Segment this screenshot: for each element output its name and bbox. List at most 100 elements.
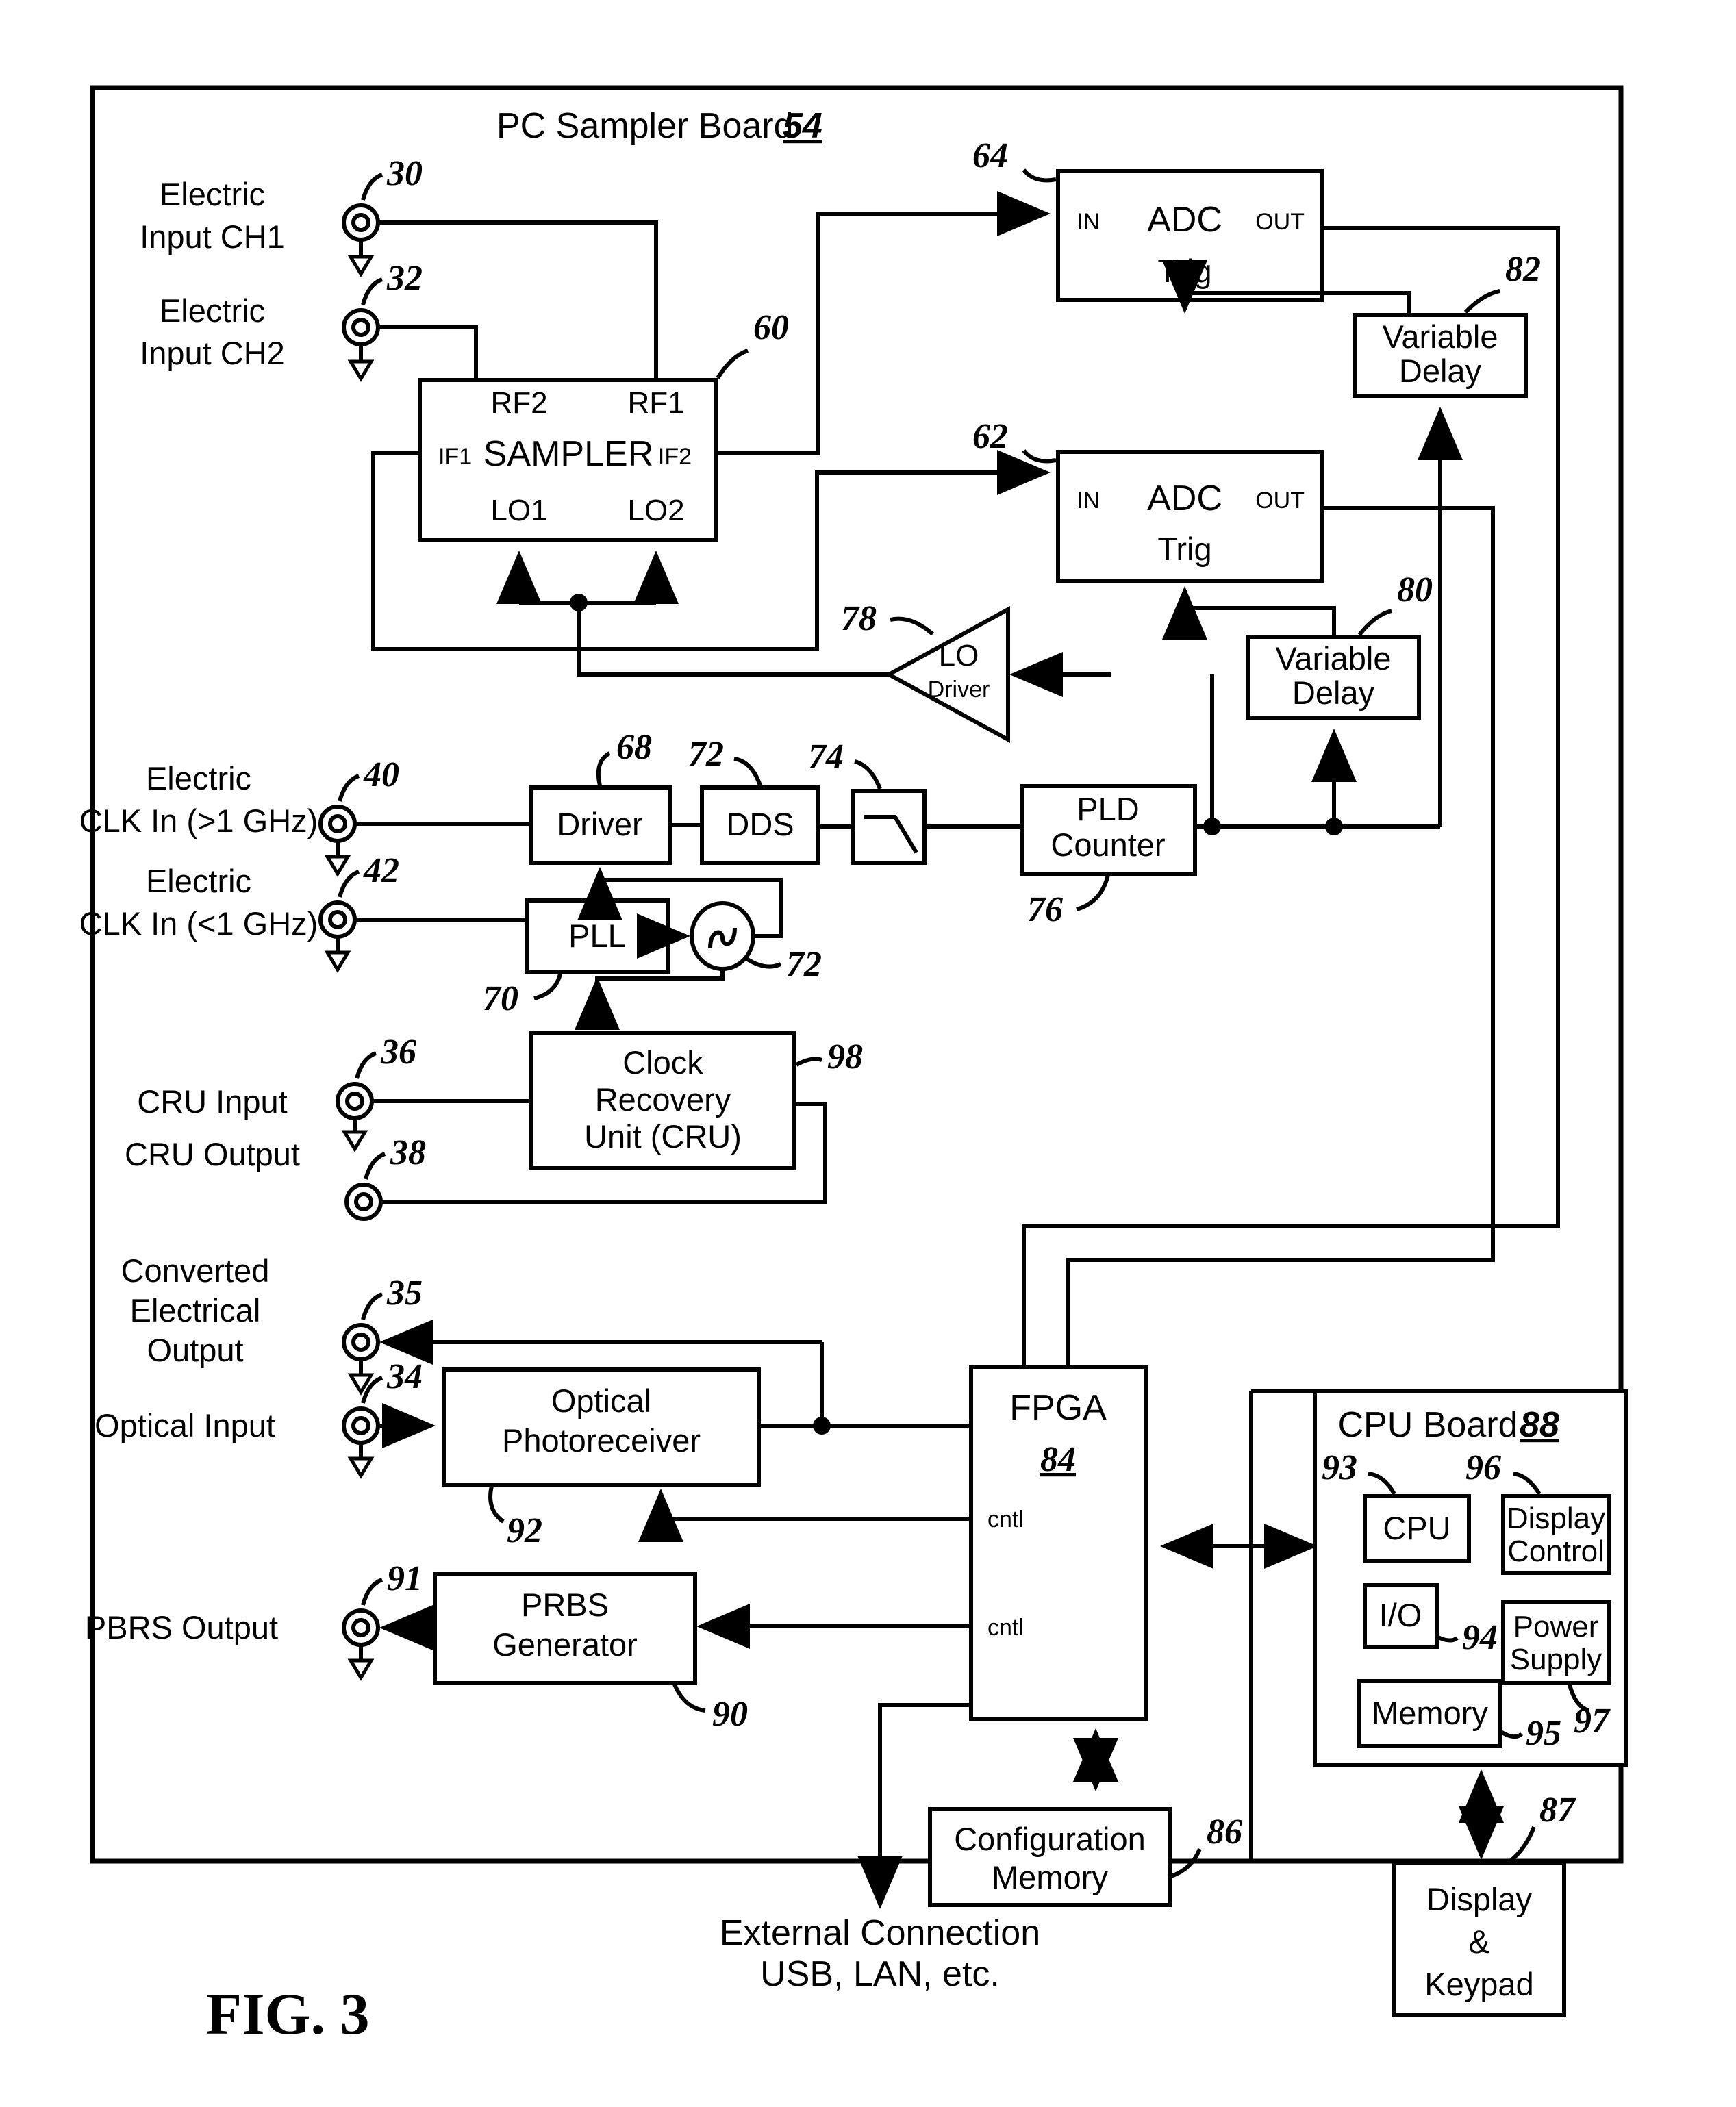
sampler-pin-lo1: LO1 (490, 494, 547, 527)
display-control-line2: Control (1507, 1535, 1605, 1568)
power-supply-line1: Power (1513, 1610, 1599, 1643)
ref-72-osc: 72 (786, 945, 822, 984)
connector-32-inner (351, 318, 370, 337)
port-34-label: Optical Input (95, 1407, 275, 1443)
pld-counter-line1: PLD (1077, 791, 1139, 827)
port-38-label: CRU Output (125, 1136, 300, 1172)
connector-30-ground-arrow (347, 255, 375, 277)
display-keypad-line3: Keypad (1424, 1966, 1533, 2002)
wire-fpga-cntl1-to-photoreceiver (638, 1489, 969, 1542)
lo-driver-block: LO Driver 78 (841, 599, 1010, 744)
cru-line2: Recovery (595, 1081, 731, 1118)
dds-block: DDS 72 (688, 735, 820, 865)
variable-delay-82-line2: Delay (1399, 353, 1482, 389)
connector-32-ground-arrow (347, 359, 375, 382)
leader-62 (1022, 449, 1057, 464)
leader-72-dds (733, 757, 762, 787)
leader-38 (364, 1152, 386, 1180)
port-electric-input-ch2[interactable]: Electric Input CH2 32 (140, 259, 423, 382)
optical-photoreceiver-line2: Photoreceiver (502, 1422, 701, 1459)
ref-93: 93 (1322, 1448, 1357, 1487)
fpga-ref: 84 (1040, 1440, 1076, 1479)
ref-98: 98 (827, 1037, 863, 1076)
leader-98 (795, 1057, 822, 1067)
port-32-label-line2: Input CH2 (140, 335, 285, 371)
cpu-board-title: CPU Board (1338, 1405, 1518, 1445)
display-control-line1: Display (1507, 1502, 1605, 1535)
ref-72-dds: 72 (688, 735, 724, 774)
fpga-name: FPGA (1009, 1388, 1107, 1428)
lo-driver-triangle (884, 605, 1010, 744)
leader-70 (533, 973, 562, 1000)
port-electric-input-ch1[interactable]: Electric Input CH1 30 (140, 154, 423, 277)
adc-64-name: ADC (1147, 200, 1222, 240)
adc-62-pin-trig: Trig (1157, 531, 1211, 567)
display-keypad-line1: Display (1426, 1881, 1533, 1917)
board-title-ref: 54 (783, 106, 822, 146)
adc-62-block: IN ADC OUT Trig 62 (972, 417, 1324, 583)
ref-34: 34 (386, 1357, 423, 1396)
pld-counter-line2: Counter (1051, 827, 1165, 863)
sampler-pin-rf1: RF1 (627, 386, 684, 420)
adc-62-name: ADC (1147, 479, 1222, 518)
ref-90: 90 (712, 1695, 748, 1734)
port-40-label-line2: CLK In (>1 GHz) (79, 803, 318, 839)
connector-40-inner (328, 814, 347, 833)
prbs-generator-line1: PRBS (521, 1587, 609, 1623)
leader-35 (361, 1292, 383, 1320)
connector-34-inner (351, 1416, 370, 1435)
cpu-board-block: CPU Board 88 CPU 93 Display Control 96 I… (1313, 1389, 1628, 1767)
oscillator-block: 72 (690, 901, 822, 984)
power-supply-line2: Supply (1510, 1643, 1602, 1676)
port-cru-output[interactable]: CRU Output 38 (125, 1133, 426, 1221)
leader-72-osc (745, 957, 782, 969)
lo-driver-line1: LO (939, 639, 979, 672)
leader-92 (488, 1485, 505, 1524)
external-connection-line2: USB, LAN, etc. (760, 1954, 1000, 1994)
display-keypad-block: Display & Keypad 87 (1392, 1791, 1576, 2017)
port-36-label: CRU Input (137, 1083, 287, 1120)
leader-74 (854, 759, 882, 790)
wire-ch2-to-rf2 (378, 325, 478, 380)
port-42-label-line2: CLK In (<1 GHz) (79, 905, 318, 942)
ref-32: 32 (386, 259, 423, 298)
cru-line1: Clock (622, 1044, 703, 1081)
leader-90 (672, 1683, 706, 1713)
port-clk-in-low[interactable]: Electric CLK In (<1 GHz) 42 (79, 851, 399, 973)
leader-42 (338, 870, 360, 898)
variable-delay-80-line1: Variable (1276, 640, 1392, 677)
external-connection-line1: External Connection (720, 1913, 1040, 1953)
port-pbrs-output[interactable]: PBRS Output 91 (85, 1559, 423, 1681)
port-35-label-line3: Output (147, 1332, 243, 1368)
leader-32 (361, 277, 383, 305)
sampler-pin-rf2: RF2 (490, 386, 547, 420)
ref-35: 35 (386, 1274, 423, 1313)
sampler-name: SAMPLER (483, 434, 654, 474)
port-cru-input[interactable]: CRU Input 36 (137, 1033, 416, 1152)
port-30-label-line2: Input CH1 (140, 218, 285, 255)
fpga-block: FPGA 84 cntl cntl (969, 1365, 1148, 1721)
connector-91-ground-arrow (347, 1658, 375, 1681)
connector-35-inner (351, 1333, 370, 1352)
leader-30 (361, 173, 383, 201)
ref-68: 68 (616, 728, 652, 767)
port-42-label-line1: Electric (146, 863, 251, 899)
connector-36-ground-arrow (341, 1130, 368, 1152)
optical-photoreceiver-block: Optical Photoreceiver 92 (442, 1367, 761, 1550)
fpga-cntl-2: cntl (987, 1615, 1024, 1641)
ref-64: 64 (972, 136, 1008, 175)
cpu-board-ref: 88 (1520, 1405, 1559, 1445)
leader-87 (1509, 1826, 1536, 1863)
ref-94: 94 (1462, 1618, 1498, 1657)
port-optical-input[interactable]: Optical Input 34 (95, 1357, 423, 1479)
port-converted-electrical-output[interactable]: Converted Electrical Output 35 (121, 1252, 423, 1396)
port-35-label-line2: Electrical (130, 1292, 261, 1328)
adc-62-pin-in: IN (1077, 488, 1100, 514)
optical-photoreceiver-line1: Optical (551, 1383, 651, 1419)
leader-76 (1076, 874, 1110, 911)
ref-42: 42 (363, 851, 399, 890)
port-30-label-line1: Electric (160, 176, 265, 212)
leader-64 (1022, 168, 1057, 183)
port-clk-in-high[interactable]: Electric CLK In (>1 GHz) 40 (79, 755, 399, 877)
ref-36: 36 (380, 1033, 416, 1072)
